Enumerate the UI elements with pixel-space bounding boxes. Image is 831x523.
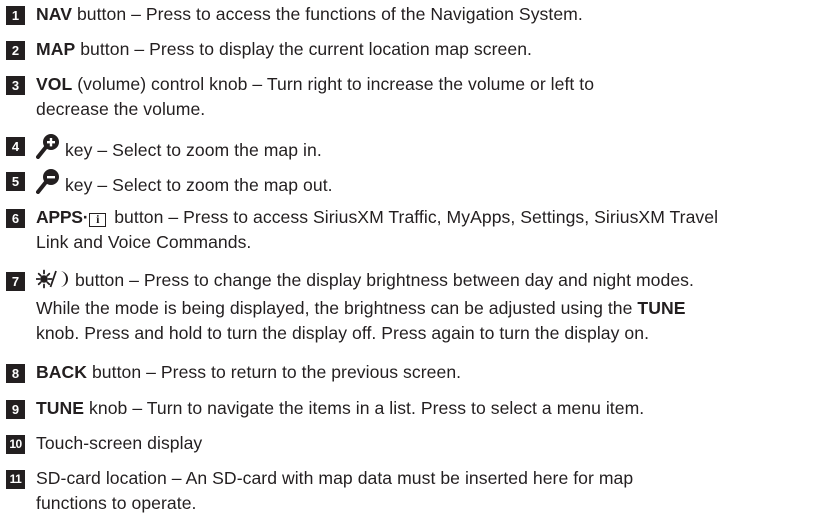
description-text: key – Select to zoom the map in. xyxy=(60,140,322,160)
description-text-line2: decrease the volume. xyxy=(36,99,206,119)
item-number-badge: 11 xyxy=(6,470,25,489)
item-description: SD-card location – An SD-card with map d… xyxy=(36,466,827,516)
description-text: key – Select to zoom the map out. xyxy=(60,175,333,195)
item-description: NAV button – Press to access the functio… xyxy=(36,2,827,27)
description-text-line2: While the mode is being displayed, the b… xyxy=(36,298,638,318)
item-number-badge: 8 xyxy=(6,364,25,383)
item-number-badge: 2 xyxy=(6,41,25,60)
description-text-line2: Link and Voice Commands. xyxy=(36,232,252,252)
keyword-map: MAP xyxy=(36,39,76,59)
item-description: APPS· i button – Press to access SiriusXM… xyxy=(36,205,827,255)
description-text: SD-card location – An SD-card with map d… xyxy=(36,468,634,488)
description-text: knob – Turn to navigate the items in a l… xyxy=(84,398,645,418)
keyword-tune: TUNE xyxy=(36,398,85,418)
description-text: button – Press to display the current lo… xyxy=(75,39,532,59)
item-number-badge: 1 xyxy=(6,6,25,25)
zoom-in-icon xyxy=(36,133,60,166)
keyword-tune: TUNE xyxy=(637,298,686,318)
item-description: key – Select to zoom the map in. xyxy=(36,133,827,166)
item-description: key – Select to zoom the map out. xyxy=(36,168,827,201)
info-icon: i xyxy=(89,213,107,227)
description-text: button – Press to access SiriusXM Traffi… xyxy=(109,207,719,227)
item-description: VOL (volume) control knob – Turn right t… xyxy=(36,72,827,122)
description-text: Touch-screen display xyxy=(36,433,203,453)
control-descriptions-list: 1 NAV button – Press to access the funct… xyxy=(0,0,831,523)
zoom-out-icon xyxy=(36,168,60,201)
item-description: TUNE knob – Turn to navigate the items i… xyxy=(36,396,827,421)
item-description: Touch-screen display xyxy=(36,431,827,456)
item-description: MAP button – Press to display the curren… xyxy=(36,37,827,62)
item-number-badge: 4 xyxy=(6,137,25,156)
description-text: button – Press to return to the previous… xyxy=(87,362,462,382)
keyword-nav: NAV xyxy=(36,4,72,24)
description-text: (volume) control knob – Turn right to in… xyxy=(72,74,595,94)
item-description: button – Press to change the display bri… xyxy=(35,268,827,346)
item-description: BACK button – Press to return to the pre… xyxy=(36,360,827,385)
day-night-icon xyxy=(35,269,70,296)
item-number-badge: 3 xyxy=(6,76,25,95)
keyword-back: BACK xyxy=(36,362,88,382)
item-number-badge: 7 xyxy=(6,272,25,291)
item-number-badge: 9 xyxy=(6,400,25,419)
description-text: button – Press to change the display bri… xyxy=(70,270,694,290)
keyword-vol: VOL xyxy=(36,74,73,94)
description-text-line2: functions to operate. xyxy=(36,493,197,513)
item-number-badge: 10 xyxy=(6,435,25,454)
description-text: button – Press to access the functions o… xyxy=(72,4,583,24)
description-text-line3: knob. Press and hold to turn the display… xyxy=(36,323,650,343)
keyword-apps: APPS· xyxy=(36,207,89,227)
item-number-badge: 5 xyxy=(6,172,25,191)
item-number-badge: 6 xyxy=(6,209,25,228)
